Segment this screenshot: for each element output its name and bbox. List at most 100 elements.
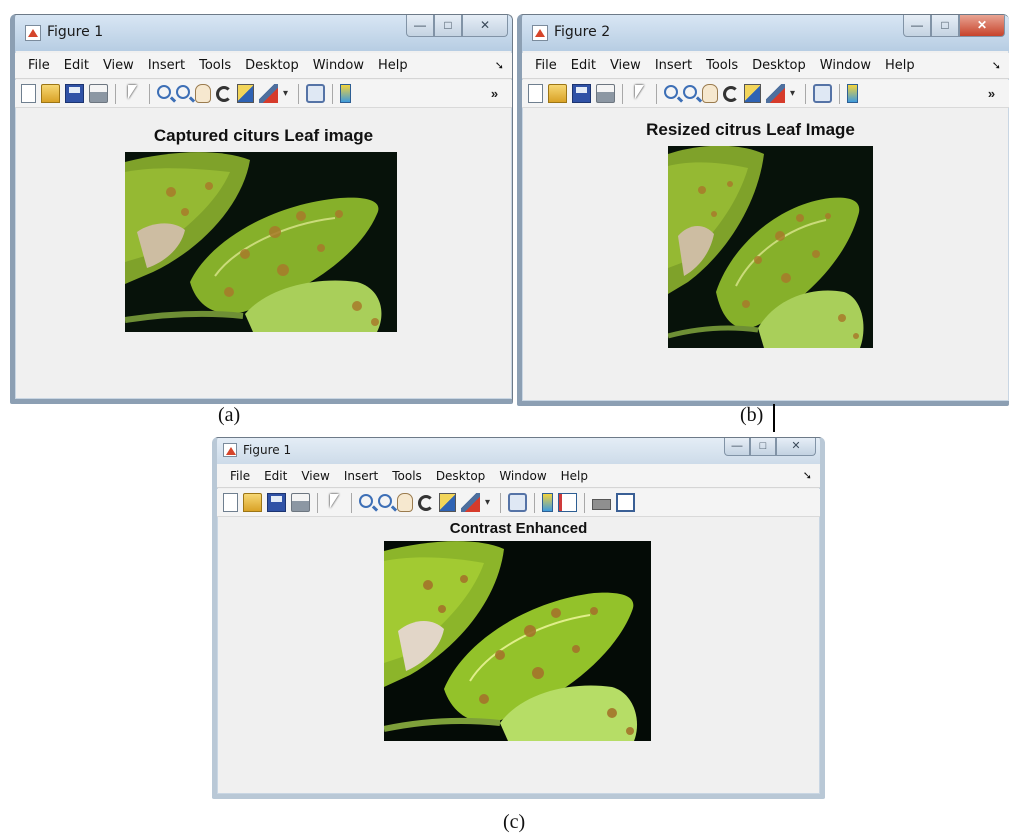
menu-bar: File Edit View Insert Tools Desktop Wind… (15, 53, 512, 79)
rotate-3d-icon[interactable] (418, 494, 434, 511)
new-figure-icon[interactable] (528, 84, 543, 103)
close-button[interactable]: ✕ (462, 15, 508, 37)
toolbar-overflow-icon[interactable]: » (485, 84, 504, 103)
insert-colorbar-icon[interactable] (340, 84, 351, 103)
open-file-icon[interactable] (243, 493, 262, 512)
figure-window-2: Figure 2 — □ ✕ File Edit View Insert Too… (517, 14, 1009, 406)
show-plot-tools-icon[interactable] (616, 493, 635, 512)
brush-dropdown-icon[interactable]: ▾ (283, 84, 291, 103)
open-file-icon[interactable] (548, 84, 567, 103)
menu-window[interactable]: Window (306, 58, 371, 73)
brush-dropdown-icon[interactable]: ▾ (790, 84, 798, 103)
menu-tools[interactable]: Tools (699, 58, 745, 73)
menu-help[interactable]: Help (878, 58, 922, 73)
toolbar-separator (584, 492, 585, 513)
print-icon[interactable] (291, 493, 310, 512)
title-bar[interactable]: Figure 1 — □ ✕ (217, 438, 820, 464)
menu-file[interactable]: File (21, 58, 57, 73)
close-button[interactable]: ✕ (776, 438, 816, 456)
brush-icon[interactable] (766, 84, 785, 103)
menu-view[interactable]: View (96, 58, 141, 73)
close-button[interactable]: ✕ (959, 15, 1005, 37)
zoom-in-icon[interactable] (359, 494, 373, 508)
data-cursor-icon[interactable] (744, 84, 761, 103)
insert-legend-icon[interactable] (558, 493, 577, 512)
matlab-icon (223, 443, 237, 457)
menu-overflow-icon[interactable]: ➘ (803, 469, 820, 482)
brush-dropdown-icon[interactable]: ▾ (485, 493, 493, 512)
brush-icon[interactable] (461, 493, 480, 512)
maximize-button[interactable]: □ (931, 15, 959, 37)
toolbar-separator (317, 492, 318, 513)
pointer-icon[interactable] (325, 493, 344, 512)
minimize-button[interactable]: — (406, 15, 434, 37)
pointer-icon[interactable] (630, 84, 649, 103)
toolbar-separator (115, 83, 116, 104)
pan-icon[interactable] (195, 84, 211, 103)
maximize-button[interactable]: □ (434, 15, 462, 37)
pan-icon[interactable] (702, 84, 718, 103)
menu-desktop[interactable]: Desktop (745, 58, 813, 73)
zoom-out-icon[interactable] (176, 85, 190, 99)
link-plot-icon[interactable] (508, 493, 527, 512)
rotate-3d-icon[interactable] (216, 85, 232, 102)
menu-insert[interactable]: Insert (648, 58, 699, 73)
toolbar-overflow-icon[interactable]: » (982, 84, 1001, 103)
pan-icon[interactable] (397, 493, 413, 512)
menu-overflow-icon[interactable]: ➘ (992, 59, 1009, 72)
figure-toolbar: ▾ » (15, 80, 512, 108)
save-icon[interactable] (65, 84, 84, 103)
menu-edit[interactable]: Edit (57, 58, 96, 73)
menu-desktop[interactable]: Desktop (238, 58, 306, 73)
zoom-in-icon[interactable] (664, 85, 678, 99)
menu-view[interactable]: View (294, 469, 336, 483)
menu-tools[interactable]: Tools (192, 58, 238, 73)
print-icon[interactable] (89, 84, 108, 103)
save-icon[interactable] (572, 84, 591, 103)
brush-icon[interactable] (259, 84, 278, 103)
window-title: Figure 1 (243, 443, 292, 457)
zoom-in-icon[interactable] (157, 85, 171, 99)
minimize-button[interactable]: — (724, 438, 750, 456)
link-plot-icon[interactable] (306, 84, 325, 103)
new-figure-icon[interactable] (223, 493, 238, 512)
toolbar-separator (351, 492, 352, 513)
new-figure-icon[interactable] (21, 84, 36, 103)
menu-help[interactable]: Help (371, 58, 415, 73)
menu-window[interactable]: Window (813, 58, 878, 73)
window-title: Figure 1 (47, 24, 104, 40)
data-cursor-icon[interactable] (439, 493, 456, 512)
minimize-button[interactable]: — (903, 15, 931, 37)
axes-title: Contrast Enhanced (449, 520, 588, 537)
window-title: Figure 2 (554, 24, 611, 40)
figure-toolbar: ▾ » (522, 80, 1009, 108)
caption-a: (a) (218, 404, 241, 426)
maximize-button[interactable]: □ (750, 438, 776, 456)
menu-file[interactable]: File (223, 469, 257, 483)
zoom-out-icon[interactable] (378, 494, 392, 508)
open-file-icon[interactable] (41, 84, 60, 103)
menu-overflow-icon[interactable]: ➘ (495, 59, 512, 72)
save-icon[interactable] (267, 493, 286, 512)
insert-colorbar-icon[interactable] (542, 493, 553, 512)
hide-plot-tools-icon[interactable] (592, 499, 611, 510)
menu-view[interactable]: View (603, 58, 648, 73)
link-plot-icon[interactable] (813, 84, 832, 103)
menu-insert[interactable]: Insert (141, 58, 192, 73)
menu-edit[interactable]: Edit (564, 58, 603, 73)
print-icon[interactable] (596, 84, 615, 103)
title-bar[interactable]: Figure 1 — □ ✕ (15, 15, 512, 51)
menu-help[interactable]: Help (554, 469, 595, 483)
rotate-3d-icon[interactable] (723, 85, 739, 102)
menu-desktop[interactable]: Desktop (429, 469, 493, 483)
menu-edit[interactable]: Edit (257, 469, 294, 483)
data-cursor-icon[interactable] (237, 84, 254, 103)
title-bar[interactable]: Figure 2 — □ ✕ (522, 15, 1009, 51)
menu-window[interactable]: Window (492, 469, 553, 483)
menu-file[interactable]: File (528, 58, 564, 73)
pointer-icon[interactable] (123, 84, 142, 103)
zoom-out-icon[interactable] (683, 85, 697, 99)
insert-colorbar-icon[interactable] (847, 84, 858, 103)
menu-insert[interactable]: Insert (337, 469, 385, 483)
menu-tools[interactable]: Tools (385, 469, 429, 483)
